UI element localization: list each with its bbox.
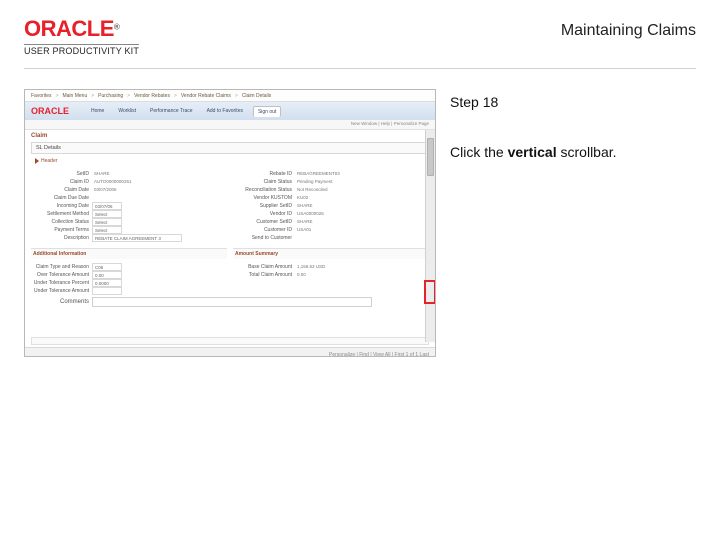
app-logo: ORACLE bbox=[31, 106, 69, 116]
app-screenshot: Favorites> Main Menu> Purchasing> Vendor… bbox=[24, 89, 436, 357]
collection-status-field[interactable]: Select bbox=[92, 218, 122, 226]
brand-subtitle: USER PRODUCTIVITY KIT bbox=[24, 44, 139, 56]
scroll-thumb[interactable] bbox=[427, 138, 434, 176]
header-divider bbox=[24, 68, 696, 69]
comments-field[interactable] bbox=[92, 297, 372, 307]
status-strip bbox=[31, 337, 429, 345]
tab-home[interactable]: Home bbox=[87, 106, 108, 116]
tm-mark: ® bbox=[114, 23, 120, 32]
oracle-logo: ORACLE bbox=[24, 16, 114, 41]
tab-fav[interactable]: Add to Favorites bbox=[203, 106, 247, 116]
step-label: Step 18 bbox=[450, 91, 696, 113]
settlement-method-field[interactable]: Select bbox=[92, 210, 122, 218]
tab-perf[interactable]: Performance Trace bbox=[146, 106, 197, 116]
app-subbar: New Window | Help | Personalize Page bbox=[25, 120, 435, 130]
tab-worklist[interactable]: Worklist bbox=[114, 106, 140, 116]
page-title: Maintaining Claims bbox=[561, 16, 696, 40]
header-toggle[interactable]: Header bbox=[31, 156, 429, 166]
form-grid: SetIDSHARE Claim IDAUTO0000000251 Claim … bbox=[25, 166, 435, 244]
payment-terms-field[interactable]: Select bbox=[92, 226, 122, 234]
brand-block: ORACLE® USER PRODUCTIVITY KIT bbox=[24, 16, 139, 56]
instruction-panel: Step 18 Click the vertical scrollbar. bbox=[450, 89, 696, 357]
app-footer: Personalize | Find | View All | First 1 … bbox=[25, 347, 435, 357]
sel-details-bar: SL Details bbox=[31, 142, 429, 154]
chevron-down-icon bbox=[35, 158, 39, 164]
lower-grid: Claim Type and ReasonC06 Over Tolerance … bbox=[25, 261, 435, 295]
section-amount: Amount Summary bbox=[233, 248, 429, 259]
tab-signout[interactable]: Sign out bbox=[253, 106, 281, 117]
section-additional: Additional Information bbox=[31, 248, 227, 259]
description-field[interactable]: REBATE CLAIM AGREEMENT 3 bbox=[92, 234, 182, 242]
section-claim-label: Claim bbox=[25, 130, 435, 142]
comments-row: Comments bbox=[25, 295, 435, 309]
breadcrumb: Favorites> Main Menu> Purchasing> Vendor… bbox=[25, 90, 435, 102]
incoming-date-field[interactable]: 03/07/06 bbox=[92, 202, 122, 210]
highlight-box bbox=[424, 280, 436, 304]
vertical-scrollbar[interactable] bbox=[425, 130, 435, 342]
app-topbar: ORACLE Home Worklist Performance Trace A… bbox=[25, 102, 435, 120]
instruction-text: Click the vertical scrollbar. bbox=[450, 141, 696, 163]
section-headers: Additional Information Amount Summary bbox=[31, 248, 429, 259]
